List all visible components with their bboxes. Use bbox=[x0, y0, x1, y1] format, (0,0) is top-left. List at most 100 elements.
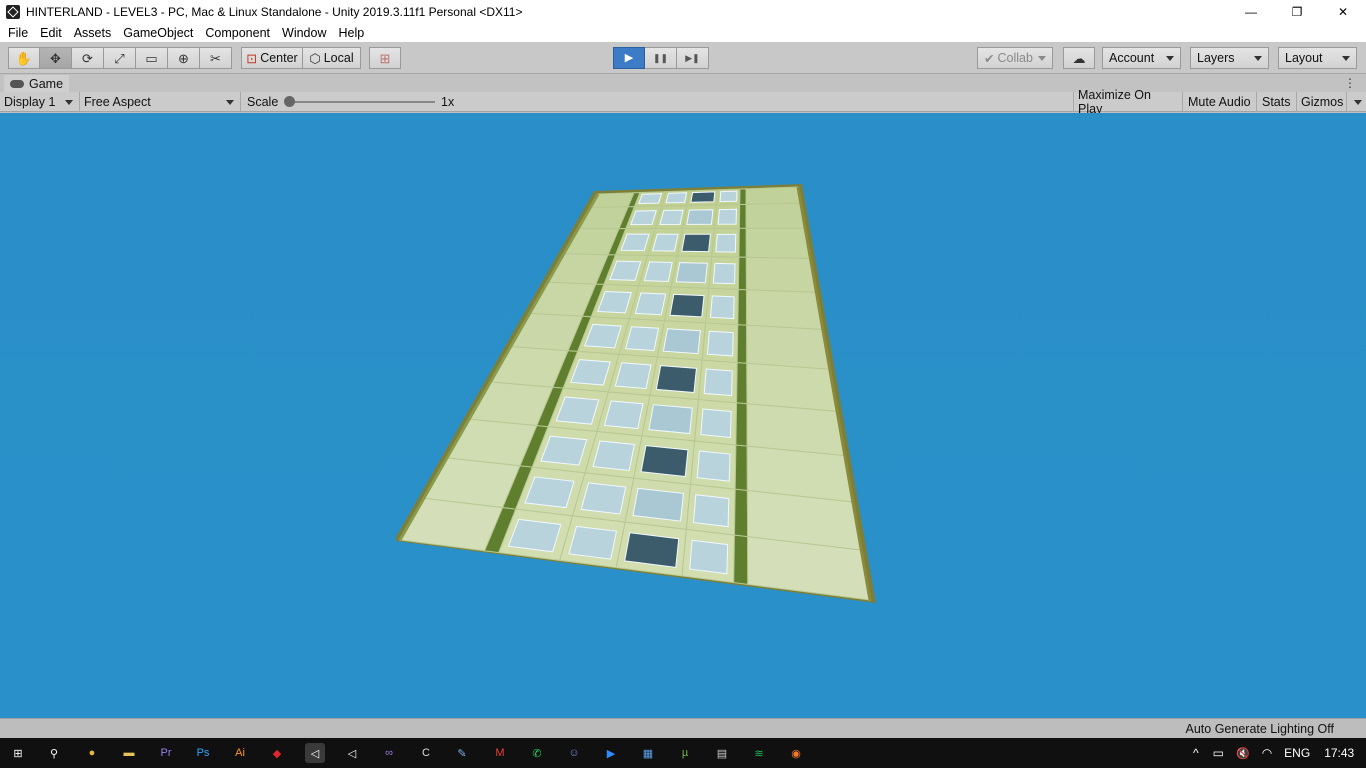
visual-studio-icon[interactable]: ∞ bbox=[379, 743, 399, 763]
mute-audio-toggle[interactable]: Mute Audio bbox=[1184, 92, 1257, 112]
floor-tile bbox=[734, 444, 748, 492]
blender-icon[interactable]: ◉ bbox=[786, 743, 806, 763]
window-title: HINTERLAND - LEVEL3 - PC, Mac & Linux St… bbox=[26, 4, 523, 19]
pivot-local-button[interactable]: ⬡ Local bbox=[303, 47, 361, 69]
floor-tile bbox=[745, 256, 817, 293]
layers-dropdown[interactable]: Layers bbox=[1190, 47, 1269, 69]
menu-edit[interactable]: Edit bbox=[34, 26, 68, 40]
glass-panel bbox=[692, 494, 730, 528]
hand-tool-button[interactable]: ✋ bbox=[8, 47, 40, 69]
move-tool-button[interactable]: ✥ bbox=[40, 47, 72, 69]
floor-tile bbox=[736, 324, 748, 364]
folder-icon[interactable]: ▬ bbox=[119, 743, 139, 763]
battery-icon[interactable]: ▭ bbox=[1213, 746, 1224, 760]
glass-panel bbox=[675, 262, 708, 284]
transform-tool-button[interactable]: ⊕ bbox=[168, 47, 200, 69]
unity-logo-icon bbox=[6, 4, 20, 19]
layout-dropdown[interactable]: Layout bbox=[1278, 47, 1357, 69]
gamepad-icon bbox=[10, 79, 24, 88]
utorrent-icon[interactable]: µ bbox=[675, 743, 695, 763]
whatsapp-icon[interactable]: ✆ bbox=[527, 743, 547, 763]
close-button[interactable]: ✕ bbox=[1320, 0, 1366, 23]
discord-icon[interactable]: ☺ bbox=[564, 743, 584, 763]
display-dropdown[interactable]: Display 1 bbox=[0, 92, 80, 112]
glass-panel bbox=[689, 539, 729, 575]
menu-file[interactable]: File bbox=[2, 26, 34, 40]
scale-tool-button[interactable]: ⤢ bbox=[104, 47, 136, 69]
tab-game[interactable]: Game bbox=[4, 75, 70, 92]
gizmos-toggle[interactable]: Gizmos bbox=[1297, 92, 1347, 112]
floor-tile bbox=[745, 289, 824, 330]
tray-chevron-icon[interactable]: ^ bbox=[1193, 746, 1199, 760]
rotate-tool-button[interactable]: ⟳ bbox=[72, 47, 104, 69]
scale-slider-thumb[interactable] bbox=[284, 96, 295, 107]
panel-menu-icon[interactable]: ⋮ bbox=[1344, 76, 1356, 90]
photoshop-icon[interactable]: Ps bbox=[193, 743, 213, 763]
play-icon: ▶ bbox=[624, 51, 634, 64]
maximize-on-play-toggle[interactable]: Maximize On Play bbox=[1073, 88, 1183, 116]
unity-hub-icon[interactable]: ◁ bbox=[342, 743, 362, 763]
language-indicator[interactable]: ENG bbox=[1284, 746, 1310, 760]
zoom-icon[interactable]: ▶ bbox=[601, 743, 621, 763]
floor-tile bbox=[745, 186, 802, 205]
volume-icon[interactable]: 🔇 bbox=[1236, 747, 1250, 760]
glass-panel bbox=[706, 330, 734, 357]
custom-tool-button[interactable]: ✂ bbox=[200, 47, 232, 69]
pivot-local-label: Local bbox=[323, 51, 354, 65]
unity-icon[interactable]: ◁ bbox=[305, 743, 325, 763]
start-icon[interactable]: ⊞ bbox=[8, 743, 28, 763]
play-button[interactable]: ▶ bbox=[613, 47, 645, 69]
minimize-button[interactable]: — bbox=[1228, 0, 1274, 23]
glass-panel bbox=[690, 191, 716, 203]
scale-label: Scale bbox=[247, 95, 279, 109]
paint-icon[interactable]: ✎ bbox=[452, 743, 472, 763]
rect-tool-button[interactable]: ▭ bbox=[136, 47, 168, 69]
search-icon[interactable]: ⚲ bbox=[44, 743, 64, 763]
menu-gameobject[interactable]: GameObject bbox=[117, 26, 199, 40]
glass-panel bbox=[696, 450, 731, 482]
snap-group: ⊞ bbox=[369, 47, 401, 69]
pivot-center-button[interactable]: ⊡ Center bbox=[241, 47, 303, 69]
scale-slider-track[interactable] bbox=[290, 101, 435, 103]
glass-panel bbox=[659, 209, 684, 225]
account-dropdown[interactable]: Account bbox=[1102, 47, 1181, 69]
tab-game-label: Game bbox=[29, 76, 64, 91]
rect-icon: ▭ bbox=[145, 50, 158, 66]
stats-toggle[interactable]: Stats bbox=[1258, 92, 1297, 112]
cloud-button[interactable]: ☁ bbox=[1063, 47, 1095, 69]
glass-panel bbox=[638, 193, 663, 205]
gmail-icon[interactable]: M bbox=[490, 743, 510, 763]
menu-help[interactable]: Help bbox=[332, 26, 370, 40]
calendar-icon[interactable]: ▦ bbox=[638, 743, 658, 763]
premiere-icon[interactable]: Pr bbox=[156, 743, 176, 763]
chevron-down-icon bbox=[1354, 100, 1362, 105]
aspect-dropdown[interactable]: Free Aspect bbox=[80, 92, 241, 112]
floor-tile bbox=[737, 256, 747, 291]
wifi-icon[interactable]: ◠ bbox=[1262, 746, 1272, 760]
menu-component[interactable]: Component bbox=[199, 26, 276, 40]
step-button[interactable]: ▶❚ bbox=[677, 47, 709, 69]
spotify-icon[interactable]: ≋ bbox=[749, 743, 769, 763]
collab-dropdown[interactable]: ✔ Collab bbox=[977, 47, 1053, 69]
pause-button[interactable]: ❚❚ bbox=[645, 47, 677, 69]
game-viewport[interactable] bbox=[0, 113, 1366, 718]
glass-panel bbox=[603, 400, 644, 430]
transform-icon: ⊕ bbox=[178, 50, 189, 66]
menu-assets[interactable]: Assets bbox=[68, 26, 118, 40]
clock[interactable]: 17:43 bbox=[1324, 746, 1354, 760]
ruby-icon[interactable]: ◆ bbox=[267, 743, 287, 763]
snap-button[interactable]: ⊞ bbox=[369, 47, 401, 69]
restore-button[interactable]: ❐ bbox=[1274, 0, 1320, 23]
glass-panel bbox=[614, 362, 652, 390]
c-app-icon[interactable]: C bbox=[416, 743, 436, 763]
glass-panel bbox=[632, 487, 684, 522]
floor-tile bbox=[745, 227, 812, 259]
gizmos-dropdown[interactable] bbox=[1347, 92, 1366, 112]
glass-panel bbox=[669, 293, 705, 318]
illustrator-icon[interactable]: Ai bbox=[230, 743, 250, 763]
collab-label: Collab bbox=[997, 51, 1033, 65]
monitor-icon[interactable]: ▤ bbox=[712, 743, 732, 763]
chrome-icon[interactable]: ● bbox=[82, 743, 102, 763]
menu-window[interactable]: Window bbox=[276, 26, 332, 40]
play-controls: ▶ ❚❚ ▶❚ bbox=[613, 47, 709, 69]
